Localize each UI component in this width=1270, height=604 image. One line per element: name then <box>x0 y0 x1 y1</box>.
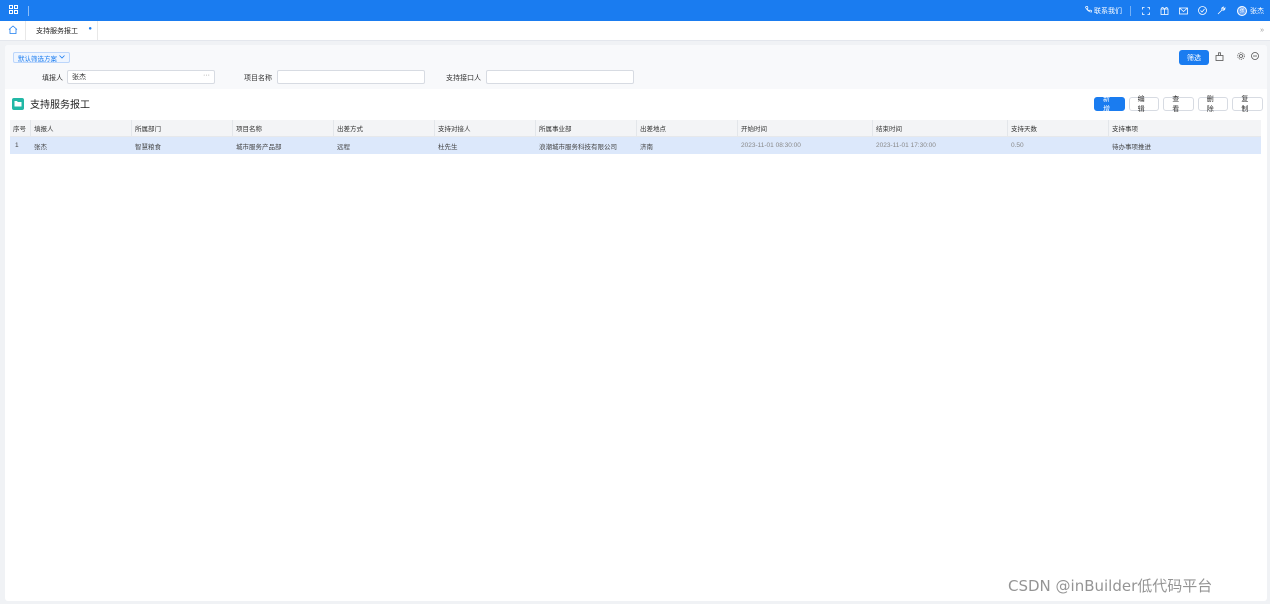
table-cell: 待办事项推进 <box>1112 143 1151 151</box>
column-header[interactable]: 支持事项 <box>1109 120 1261 136</box>
view-button[interactable]: 查看 <box>1163 96 1194 113</box>
fullscreen-icon[interactable] <box>1142 6 1150 15</box>
reporter-label: 填报人 <box>42 75 63 82</box>
gift-icon[interactable] <box>1160 6 1169 15</box>
delete-button[interactable]: 删除 <box>1197 96 1229 113</box>
column-header[interactable]: 支持天数 <box>1008 120 1109 136</box>
filter-scheme-dropdown[interactable]: 默认筛选方案 <box>13 52 70 63</box>
tab-support-service[interactable]: 支持服务报工 ● <box>26 21 98 40</box>
column-header[interactable]: 开始时间 <box>738 120 873 136</box>
topbar-divider <box>1130 5 1131 16</box>
table-cell: 1 <box>15 142 19 149</box>
table-cell: 2023-11-01 08:30:00 <box>741 142 801 149</box>
table-row[interactable]: 1 张杰 智慧粮食 城市服务产品部 远程 杜先生 浪潮城市服务科技有限公司 济南… <box>10 137 1261 154</box>
table-cell: 城市服务产品部 <box>236 143 282 151</box>
table-cell: 济南 <box>640 143 653 151</box>
watermark: CSDN @inBuilder低代码平台 <box>1008 577 1213 595</box>
topbar-divider <box>28 5 29 16</box>
column-header[interactable]: 支持对接人 <box>435 120 536 136</box>
mail-icon[interactable] <box>1179 7 1188 15</box>
user-menu[interactable]: 张 张杰 <box>1237 5 1264 16</box>
page-title-text: 支持服务报工 <box>30 100 90 111</box>
double-chevron-down-icon[interactable]: » <box>1260 27 1264 34</box>
project-name-label: 项目名称 <box>244 75 272 82</box>
column-header[interactable]: 所属部门 <box>132 120 233 136</box>
table-cell: 智慧粮食 <box>135 143 161 151</box>
toolbar: 新增 编辑 查看 删除 复制 <box>1094 96 1267 113</box>
home-tab[interactable] <box>0 21 26 40</box>
support-contact-label: 支持接口人 <box>446 75 481 82</box>
clear-icon[interactable] <box>1215 52 1224 61</box>
user-name: 张杰 <box>1250 7 1264 15</box>
data-table: 序号 填报人 所属部门 项目名称 出差方式 支持对接人 所属事业部 出差地点 开… <box>10 120 1261 154</box>
table-cell: 2023-11-01 17:30:00 <box>876 142 936 149</box>
home-icon <box>8 25 18 36</box>
edit-button[interactable]: 编辑 <box>1128 96 1160 113</box>
contact-us-label: 联系我们 <box>1094 7 1122 15</box>
add-button[interactable]: 新增 <box>1094 96 1125 113</box>
column-header[interactable]: 出差方式 <box>334 120 435 136</box>
app-grid-icon[interactable] <box>9 5 18 16</box>
column-header[interactable]: 项目名称 <box>233 120 334 136</box>
phone-icon <box>1085 6 1092 15</box>
table-header-row: 序号 填报人 所属部门 项目名称 出差方式 支持对接人 所属事业部 出差地点 开… <box>10 120 1261 137</box>
column-header[interactable]: 所属事业部 <box>536 120 637 136</box>
table-cell: 浪潮城市服务科技有限公司 <box>539 143 617 151</box>
top-bar: 联系我们 张 张杰 <box>0 0 1270 21</box>
avatar: 张 <box>1237 5 1247 16</box>
column-header[interactable]: 填报人 <box>31 120 132 136</box>
table-cell: 张杰 <box>34 143 47 151</box>
chevron-down-icon <box>59 54 65 61</box>
column-header[interactable]: 结束时间 <box>873 120 1008 136</box>
more-options-icon[interactable]: ··· <box>203 72 210 79</box>
content-card: 默认筛选方案 填报人 张杰 ··· 项目名称 支持接口人 筛选 支持服务报工 新… <box>5 45 1267 601</box>
column-header[interactable]: 序号 <box>10 120 31 136</box>
filter-scheme-label: 默认筛选方案 <box>18 55 57 63</box>
task-check-icon[interactable] <box>1198 6 1207 15</box>
filter-bar: 默认筛选方案 填报人 张杰 ··· 项目名称 支持接口人 筛选 <box>5 45 1267 89</box>
table-cell: 0.50 <box>1011 142 1024 149</box>
contact-us-link[interactable]: 联系我们 <box>1085 6 1122 16</box>
folder-icon <box>12 97 24 110</box>
settings-icon[interactable] <box>1237 52 1245 60</box>
tool-icon[interactable] <box>1217 6 1226 15</box>
copy-button[interactable]: 复制 <box>1232 96 1263 113</box>
support-contact-input[interactable] <box>486 70 634 84</box>
filter-button[interactable]: 筛选 <box>1179 50 1209 65</box>
column-header[interactable]: 出差地点 <box>637 120 738 136</box>
reporter-value: 张杰 <box>72 74 86 81</box>
reporter-input[interactable]: 张杰 ··· <box>67 70 215 84</box>
table-cell: 远程 <box>337 143 350 151</box>
tab-bar: 支持服务报工 ● » <box>0 21 1270 41</box>
collapse-icon[interactable] <box>1251 52 1259 60</box>
table-cell: 杜先生 <box>438 143 458 151</box>
project-name-input[interactable] <box>277 70 425 84</box>
page-title: 支持服务报工 <box>12 96 90 111</box>
close-dot-icon[interactable]: ● <box>88 26 92 32</box>
tab-label: 支持服务报工 <box>36 27 78 35</box>
